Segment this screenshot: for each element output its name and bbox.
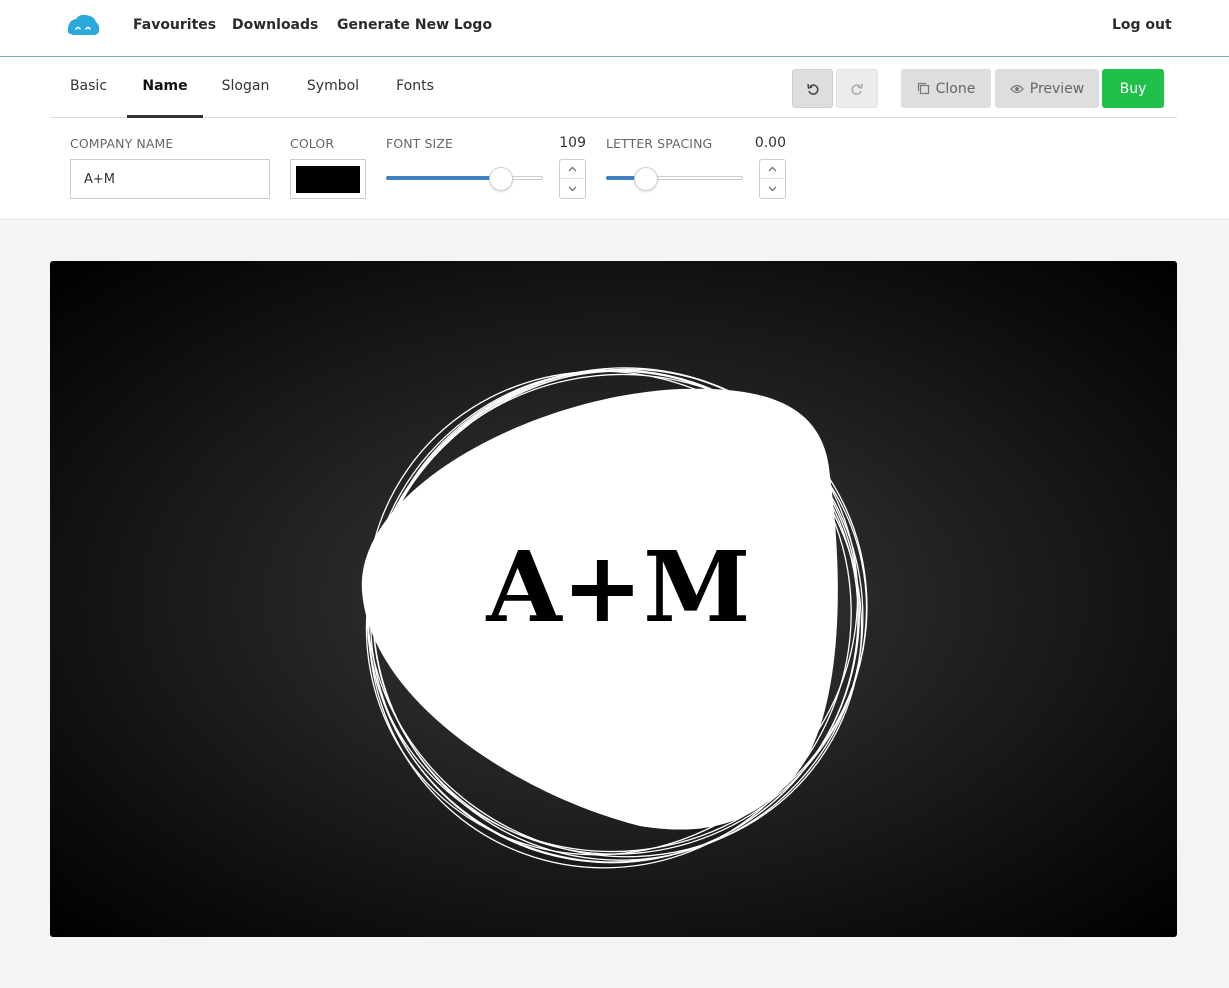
- clone-button-label: Clone: [935, 80, 976, 97]
- top-navbar: Favourites Downloads Generate New Logo L…: [0, 0, 1229, 57]
- logout-link[interactable]: Log out: [1112, 17, 1172, 33]
- buy-button[interactable]: Buy: [1102, 69, 1164, 108]
- company-name-label: COMPANY NAME: [70, 136, 174, 151]
- letter-spacing-slider-thumb[interactable]: [634, 167, 658, 191]
- tab-name[interactable]: Name: [127, 57, 203, 118]
- font-size-stepper: [559, 159, 586, 199]
- eye-icon: [1009, 84, 1024, 93]
- chevron-down-icon: [768, 186, 777, 191]
- clone-button[interactable]: Clone: [901, 69, 991, 108]
- undo-icon: [806, 83, 818, 95]
- chevron-up-icon: [768, 166, 777, 172]
- color-picker[interactable]: [290, 159, 366, 199]
- editor-panel: Basic Name Slogan Symbol Fonts Clone Pre…: [0, 57, 1229, 220]
- letter-spacing-increase-button[interactable]: [760, 160, 785, 179]
- font-size-slider-fill: [386, 176, 501, 180]
- tab-basic[interactable]: Basic: [50, 57, 127, 118]
- tab-slogan[interactable]: Slogan: [213, 57, 278, 118]
- tab-symbol[interactable]: Symbol: [298, 57, 368, 118]
- company-name-input[interactable]: [70, 159, 270, 199]
- letter-spacing-decrease-button[interactable]: [760, 179, 785, 198]
- font-size-decrease-button[interactable]: [560, 179, 585, 198]
- nav-favourites-link[interactable]: Favourites: [133, 17, 216, 33]
- cloud-face-icon[interactable]: [67, 14, 100, 40]
- letter-spacing-stepper: [759, 159, 786, 199]
- editor-tabs: Basic Name Slogan Symbol Fonts Clone Pre…: [50, 57, 1177, 118]
- preview-button-label: Preview: [1029, 80, 1085, 97]
- font-size-increase-button[interactable]: [560, 160, 585, 179]
- letter-spacing-value: 0.00: [754, 135, 786, 151]
- redo-button[interactable]: [836, 69, 878, 108]
- letter-spacing-slider[interactable]: [606, 167, 743, 191]
- font-size-value: 109: [559, 135, 586, 151]
- undo-button[interactable]: [792, 69, 833, 108]
- color-label: COLOR: [290, 136, 335, 151]
- letter-spacing-label: LETTER SPACING: [606, 136, 713, 151]
- preview-button[interactable]: Preview: [995, 69, 1099, 108]
- font-size-slider[interactable]: [386, 167, 543, 191]
- logo-company-name-text: A+M: [486, 530, 751, 644]
- chevron-down-icon: [568, 186, 577, 191]
- font-size-label: FONT SIZE: [386, 136, 453, 151]
- copy-icon: [917, 82, 929, 95]
- nav-generate-new-logo-link[interactable]: Generate New Logo: [337, 17, 492, 33]
- color-swatch: [296, 166, 360, 193]
- chevron-up-icon: [568, 166, 577, 172]
- nav-downloads-link[interactable]: Downloads: [232, 17, 318, 33]
- tab-fonts[interactable]: Fonts: [387, 57, 443, 118]
- font-size-slider-thumb[interactable]: [489, 167, 513, 191]
- logo-preview-canvas[interactable]: A+M: [50, 261, 1177, 937]
- redo-icon: [851, 83, 863, 95]
